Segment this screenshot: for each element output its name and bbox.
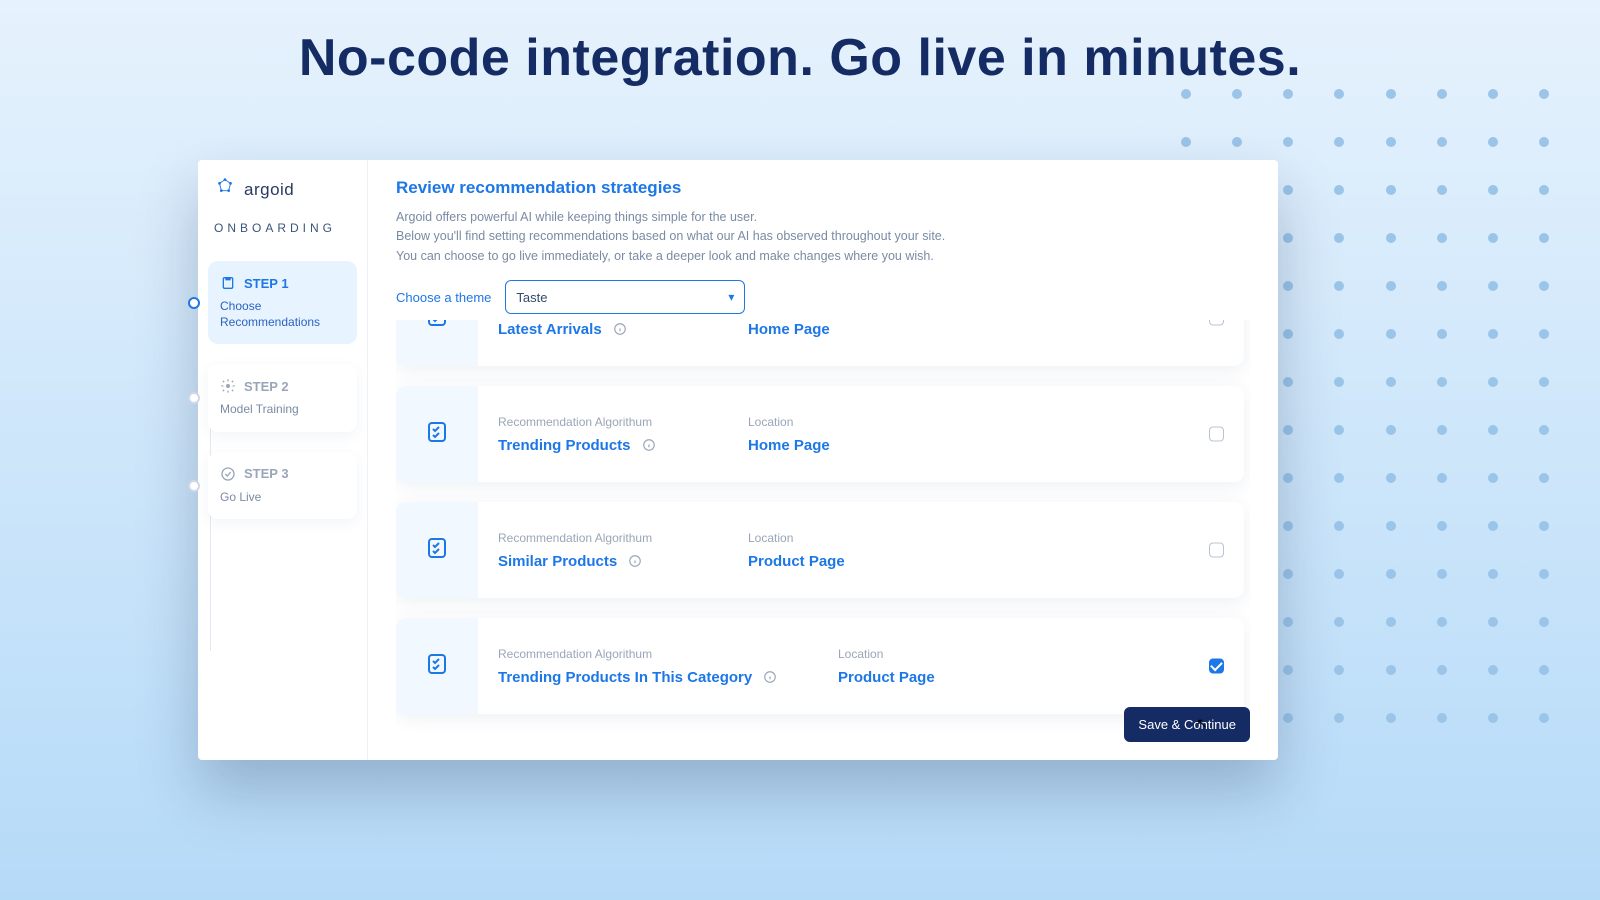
step-3[interactable]: STEP 3 Go Live bbox=[208, 452, 357, 520]
location-value: Home Page bbox=[748, 437, 830, 454]
theme-value: Taste bbox=[516, 290, 547, 305]
algo-value: Trending Products In This Category bbox=[498, 669, 752, 686]
desc-line-2: Below you'll find setting recommendation… bbox=[396, 227, 1076, 246]
location-label: Location bbox=[748, 531, 958, 545]
algo-label: Recommendation Algorithum bbox=[498, 531, 708, 545]
algo-value: Similar Products bbox=[498, 553, 617, 570]
checklist-icon bbox=[425, 420, 449, 449]
step-list: STEP 1 Choose Recommendations STEP 2 Mod… bbox=[208, 261, 357, 519]
algo-label: Recommendation Algorithum bbox=[498, 647, 798, 661]
card-checkbox[interactable] bbox=[1209, 427, 1224, 442]
step-2[interactable]: STEP 2 Model Training bbox=[208, 364, 357, 432]
gear-icon bbox=[220, 378, 236, 394]
page-title: Review recommendation strategies bbox=[396, 178, 1250, 198]
step-ring-icon bbox=[188, 480, 200, 492]
location-label: Location bbox=[838, 647, 1048, 661]
page-description: Argoid offers powerful AI while keeping … bbox=[396, 208, 1076, 266]
info-icon[interactable] bbox=[762, 669, 778, 685]
brand: argoid bbox=[208, 176, 357, 203]
step-ring-icon bbox=[188, 297, 200, 309]
card-icon-panel bbox=[396, 320, 478, 366]
step-1-sub: Choose Recommendations bbox=[220, 299, 345, 330]
checklist-icon bbox=[425, 320, 449, 333]
checklist-icon bbox=[425, 652, 449, 681]
theme-row: Choose a theme Taste ▾ bbox=[396, 280, 1250, 314]
app-window: argoid ONBOARDING STEP 1 Choose Recommen… bbox=[198, 160, 1278, 760]
step-1[interactable]: STEP 1 Choose Recommendations bbox=[208, 261, 357, 344]
theme-label: Choose a theme bbox=[396, 290, 491, 305]
info-icon[interactable] bbox=[612, 321, 628, 337]
chevron-down-icon: ▾ bbox=[728, 290, 734, 304]
location-value: Product Page bbox=[838, 669, 935, 686]
info-icon[interactable] bbox=[641, 437, 657, 453]
card-checkbox[interactable] bbox=[1209, 659, 1224, 674]
desc-line-1: Argoid offers powerful AI while keeping … bbox=[396, 208, 1076, 227]
card-icon-panel bbox=[396, 618, 478, 714]
step-3-label: STEP 3 bbox=[244, 466, 289, 481]
check-circle-icon bbox=[220, 466, 236, 482]
location-label: Location bbox=[748, 415, 958, 429]
step-3-sub: Go Live bbox=[220, 490, 345, 506]
recommendation-card: Recommendation Algorithum Latest Arrival… bbox=[396, 320, 1244, 366]
main-panel: Review recommendation strategies Argoid … bbox=[368, 160, 1278, 760]
recommendation-card: Recommendation Algorithum Trending Produ… bbox=[396, 386, 1244, 482]
card-icon-panel bbox=[396, 502, 478, 598]
step-1-label: STEP 1 bbox=[244, 276, 289, 291]
algo-label: Recommendation Algorithum bbox=[498, 415, 708, 429]
checklist-icon bbox=[425, 536, 449, 565]
step-ring-icon bbox=[188, 392, 200, 404]
recommendation-card: Recommendation Algorithum Trending Produ… bbox=[396, 618, 1244, 714]
save-continue-button[interactable]: Save & Continue bbox=[1124, 707, 1250, 742]
algo-value: Latest Arrivals bbox=[498, 321, 602, 338]
brand-logo-icon bbox=[214, 176, 236, 203]
desc-line-3: You can choose to go live immediately, o… bbox=[396, 247, 1076, 266]
card-checkbox[interactable] bbox=[1209, 543, 1224, 558]
clipboard-icon bbox=[220, 275, 236, 291]
sidebar: argoid ONBOARDING STEP 1 Choose Recommen… bbox=[198, 160, 368, 760]
step-2-sub: Model Training bbox=[220, 402, 345, 418]
step-2-label: STEP 2 bbox=[244, 379, 289, 394]
info-icon[interactable] bbox=[627, 553, 643, 569]
recommendation-card: Recommendation Algorithum Similar Produc… bbox=[396, 502, 1244, 598]
hero-headline: No-code integration. Go live in minutes. bbox=[0, 28, 1600, 88]
sidebar-section-label: ONBOARDING bbox=[208, 221, 357, 235]
brand-name: argoid bbox=[244, 180, 294, 200]
location-value: Product Page bbox=[748, 553, 845, 570]
location-value: Home Page bbox=[748, 321, 830, 338]
recommendation-list: Recommendation Algorithum Latest Arrival… bbox=[396, 320, 1250, 742]
card-icon-panel bbox=[396, 386, 478, 482]
algo-value: Trending Products bbox=[498, 437, 631, 454]
theme-select[interactable]: Taste ▾ bbox=[505, 280, 745, 314]
card-checkbox[interactable] bbox=[1209, 320, 1224, 326]
